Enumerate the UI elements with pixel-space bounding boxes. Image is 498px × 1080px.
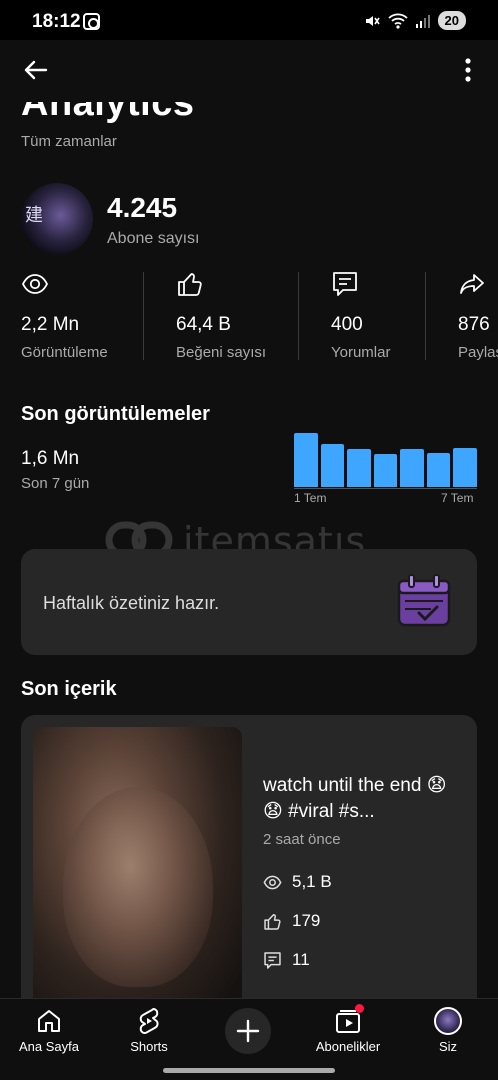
- home-icon: [38, 1010, 60, 1032]
- share-icon: [460, 274, 484, 294]
- back-arrow-icon[interactable]: [20, 54, 52, 86]
- analytics-content[interactable]: Analytics Tüm zamanlar 建 4.245 Abone say…: [0, 102, 498, 998]
- recent-views-chart[interactable]: [294, 432, 477, 487]
- weekly-summary-text: Haftalık özetiniz hazır.: [43, 593, 220, 613]
- nav-home[interactable]: Ana Sayfa: [4, 1007, 94, 1054]
- stat-label: Beğeni sayısı: [176, 344, 267, 361]
- video-thumbnail[interactable]: [33, 727, 242, 998]
- eye-icon: [263, 875, 282, 889]
- home-indicator[interactable]: [163, 1068, 335, 1073]
- more-options-icon[interactable]: [458, 56, 478, 84]
- channel-avatar: 建: [21, 183, 93, 255]
- avatar: [434, 1007, 462, 1035]
- screen-record-icon: [83, 13, 100, 30]
- stat-divider: [298, 272, 299, 360]
- chart-tick-label: 7 Tem: [441, 491, 474, 505]
- battery-indicator: 20: [437, 11, 466, 30]
- subscriber-label: Abone sayısı: [107, 230, 200, 247]
- video-likes-value: 179: [292, 911, 321, 930]
- nav-label: Shorts: [130, 1039, 168, 1054]
- notification-dot: [355, 1004, 364, 1013]
- recent-views-title: Son görüntülemeler: [21, 403, 210, 425]
- recent-views-value: 1,6 Mn: [21, 448, 80, 469]
- calendar-check-icon: [397, 574, 451, 627]
- video-views: 5,1 B: [263, 871, 332, 893]
- subscriptions-icon: [334, 1004, 364, 1035]
- signal-icon: [415, 14, 430, 28]
- chart-bar[interactable]: [373, 454, 398, 487]
- app-bar: [0, 40, 498, 102]
- eye-icon: [21, 274, 49, 294]
- video-likes: 179: [263, 910, 320, 932]
- thumbs-up-icon: [178, 273, 202, 296]
- create-button[interactable]: [225, 1008, 271, 1054]
- chart-axis: [294, 488, 477, 489]
- subscriber-count: 4.245: [107, 192, 178, 223]
- recent-views-period: Son 7 gün: [21, 475, 90, 492]
- video-title: watch until the end 😧 😧 #viral #s...: [263, 775, 447, 822]
- wifi-icon: [387, 13, 408, 29]
- status-icons: 20: [364, 11, 466, 30]
- chart-bar[interactable]: [347, 448, 371, 487]
- weekly-summary-card[interactable]: Haftalık özetiniz hazır.: [21, 549, 477, 655]
- stat-value: 400: [331, 314, 363, 335]
- video-published-time: 2 saat önce: [263, 831, 341, 848]
- stat-value: 2,2 Mn: [21, 314, 80, 335]
- stat-value: 64,4 B: [176, 314, 231, 335]
- stat-label: Görüntüleme: [21, 344, 108, 361]
- avatar-glyph: 建: [25, 205, 43, 226]
- mute-icon: [365, 15, 380, 26]
- comment-icon: [333, 272, 357, 296]
- status-time: 18:12: [32, 11, 81, 32]
- nav-you[interactable]: Siz: [403, 1007, 493, 1054]
- comment-icon: [264, 951, 281, 969]
- stat-divider: [143, 272, 144, 360]
- video-comments: 11: [263, 949, 310, 971]
- stat-label: Yorumlar: [331, 344, 391, 361]
- thumbs-up-icon: [264, 913, 281, 930]
- chart-bar[interactable]: [320, 444, 345, 487]
- stat-shares[interactable]: 876 Paylaşımlar: [458, 270, 498, 360]
- date-range-label: Tüm zamanlar: [21, 133, 117, 150]
- recent-video-card[interactable]: watch until the end 😧 😧 #viral #s... 2 s…: [21, 715, 477, 998]
- stat-divider: [425, 272, 426, 360]
- chart-bar[interactable]: [453, 448, 477, 487]
- video-views-value: 5,1 B: [292, 872, 332, 891]
- nav-shorts[interactable]: Shorts: [104, 1007, 194, 1054]
- nav-label: Siz: [438, 1039, 458, 1054]
- nav-subscriptions[interactable]: Abonelikler: [303, 1004, 393, 1054]
- page-title: Analytics: [21, 102, 195, 124]
- shorts-icon: [139, 1008, 159, 1034]
- chart-bar[interactable]: [426, 453, 451, 487]
- video-comments-value: 11: [292, 950, 310, 969]
- recent-content-title: Son içerik: [21, 678, 117, 700]
- chart-bar[interactable]: [400, 449, 424, 487]
- nav-label: Ana Sayfa: [19, 1039, 79, 1054]
- status-bar: 18:12 20: [0, 0, 498, 40]
- chart-tick-label: 1 Tem: [294, 491, 327, 505]
- nav-label: Abonelikler: [315, 1039, 381, 1054]
- stat-label: Paylaşımlar: [458, 344, 498, 360]
- create-icon: [236, 1019, 260, 1043]
- chart-bar[interactable]: [294, 433, 318, 487]
- stat-value: 876: [458, 314, 490, 335]
- thumbnail-image: [63, 787, 213, 987]
